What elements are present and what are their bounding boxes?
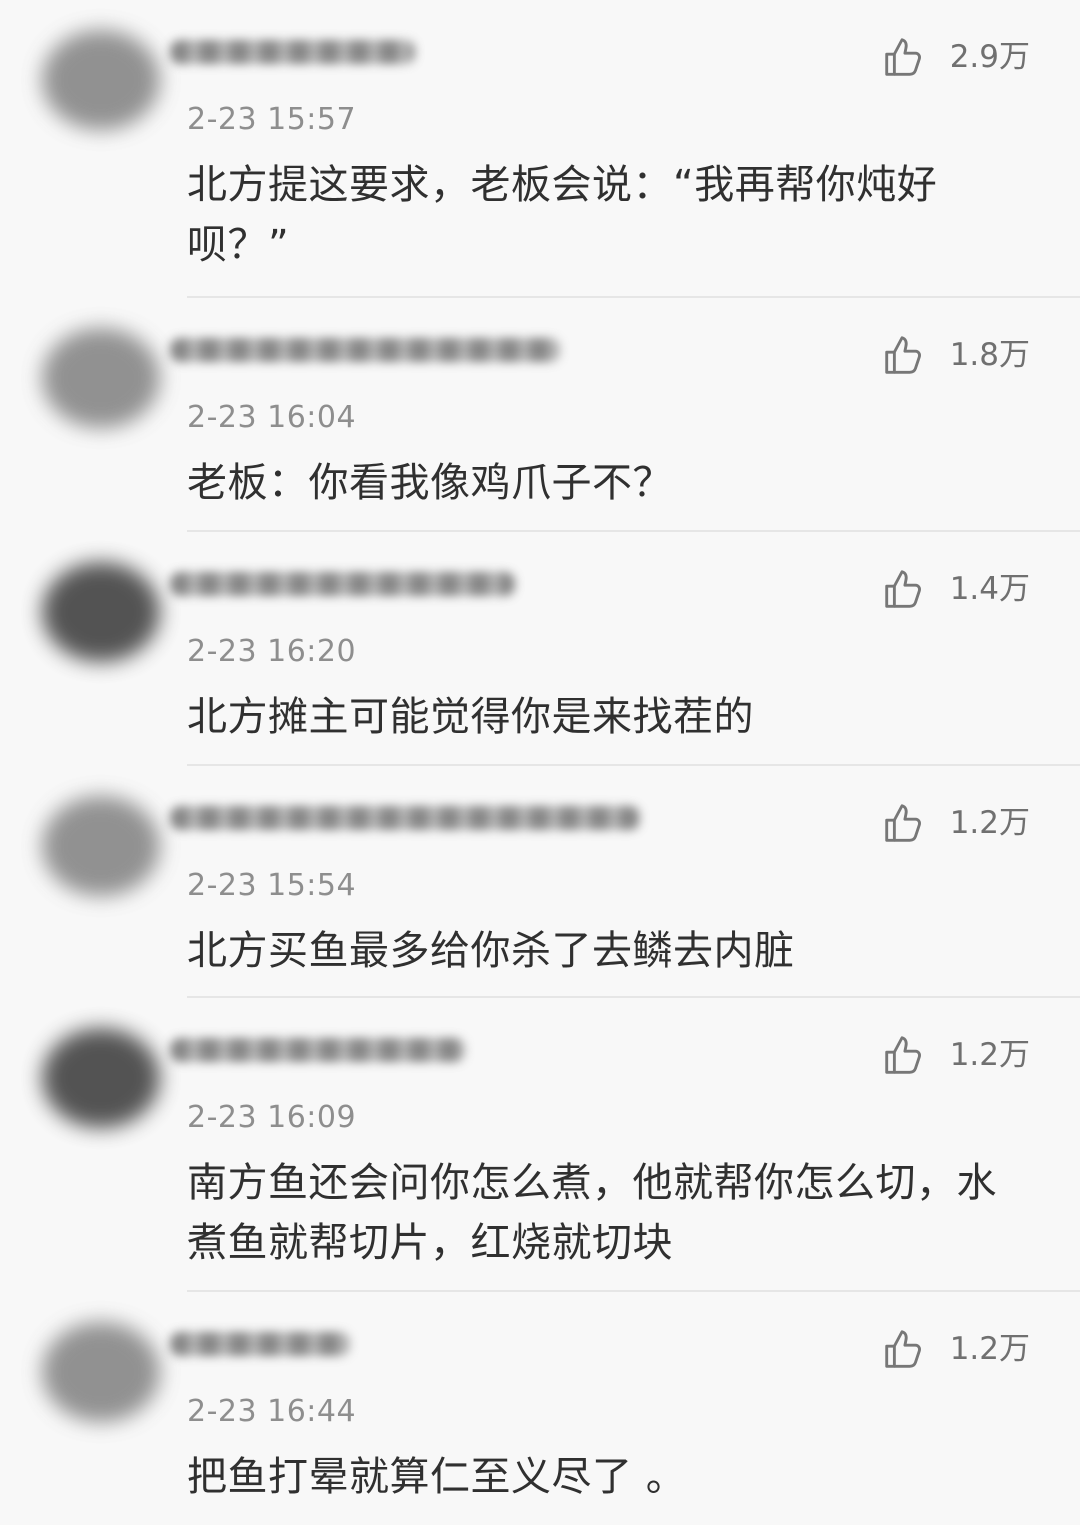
like-count: 1.8万	[949, 337, 1030, 373]
blurred-username[interactable]	[170, 1038, 465, 1062]
comment-item: 1.4万 2-23 16:20 北方摊主可能觉得你是来找茬的	[0, 532, 1080, 766]
thumbs-up-icon	[884, 804, 921, 842]
blurred-username[interactable]	[170, 40, 415, 64]
comment-time: 2-23 16:44	[187, 1394, 357, 1429]
like-count: 1.2万	[949, 805, 1030, 841]
blurred-username[interactable]	[170, 806, 640, 830]
like-button[interactable]: 2.9万	[880, 34, 1030, 80]
thumbs-up-icon	[884, 336, 921, 374]
comment-item: 1.2万 2-23 16:09 南方鱼还会问你怎么煮，他就帮你怎么切，水 煮鱼就…	[0, 998, 1080, 1292]
comment-text: 老板：你看我像鸡爪子不？	[187, 460, 673, 506]
comment-text: 北方摊主可能觉得你是来找茬的	[187, 694, 754, 740]
comment-item: 2.9万 2-23 15:57 北方提这要求，老板会说：“我再帮你炖好 呗？”	[0, 0, 1080, 298]
like-count: 1.2万	[949, 1331, 1030, 1367]
like-count: 1.4万	[949, 571, 1030, 607]
avatar[interactable]	[42, 30, 160, 130]
thumbs-up-icon	[884, 570, 921, 608]
avatar[interactable]	[42, 328, 160, 428]
comment-time: 2-23 15:57	[187, 102, 357, 137]
like-button[interactable]: 1.2万	[880, 1326, 1030, 1372]
comment-text: 北方提这要求，老板会说：“我再帮你炖好 呗？”	[187, 162, 938, 268]
comment-item: 1.2万 2-23 16:44 把鱼打晕就算仁至义尽了 。	[0, 1292, 1080, 1525]
blurred-username[interactable]	[170, 338, 560, 362]
comment-time: 2-23 16:04	[187, 400, 357, 435]
like-button[interactable]: 1.2万	[880, 1032, 1030, 1078]
thumbs-up-icon	[884, 38, 921, 76]
avatar[interactable]	[42, 1028, 160, 1128]
like-button[interactable]: 1.8万	[880, 332, 1030, 378]
blurred-username[interactable]	[170, 1332, 350, 1356]
comment-text: 把鱼打晕就算仁至义尽了 。	[187, 1454, 687, 1500]
thumbs-up-icon	[884, 1036, 921, 1074]
blurred-username[interactable]	[170, 572, 515, 596]
comment-list: 2.9万 2-23 15:57 北方提这要求，老板会说：“我再帮你炖好 呗？” …	[0, 0, 1080, 1525]
like-count: 2.9万	[949, 39, 1030, 75]
avatar[interactable]	[42, 562, 160, 662]
comment-item: 1.8万 2-23 16:04 老板：你看我像鸡爪子不？	[0, 298, 1080, 532]
comment-time: 2-23 15:54	[187, 868, 357, 903]
comment-item: 1.2万 2-23 15:54 北方买鱼最多给你杀了去鳞去内脏	[0, 766, 1080, 998]
comment-text: 南方鱼还会问你怎么煮，他就帮你怎么切，水 煮鱼就帮切片，红烧就切块	[187, 1160, 997, 1266]
like-button[interactable]: 1.2万	[880, 800, 1030, 846]
like-button[interactable]: 1.4万	[880, 566, 1030, 612]
avatar[interactable]	[42, 796, 160, 896]
like-count: 1.2万	[949, 1037, 1030, 1073]
thumbs-up-icon	[884, 1330, 921, 1368]
comment-time: 2-23 16:09	[187, 1100, 357, 1135]
comment-time: 2-23 16:20	[187, 634, 357, 669]
avatar[interactable]	[42, 1322, 160, 1422]
comment-text: 北方买鱼最多给你杀了去鳞去内脏	[187, 928, 795, 974]
